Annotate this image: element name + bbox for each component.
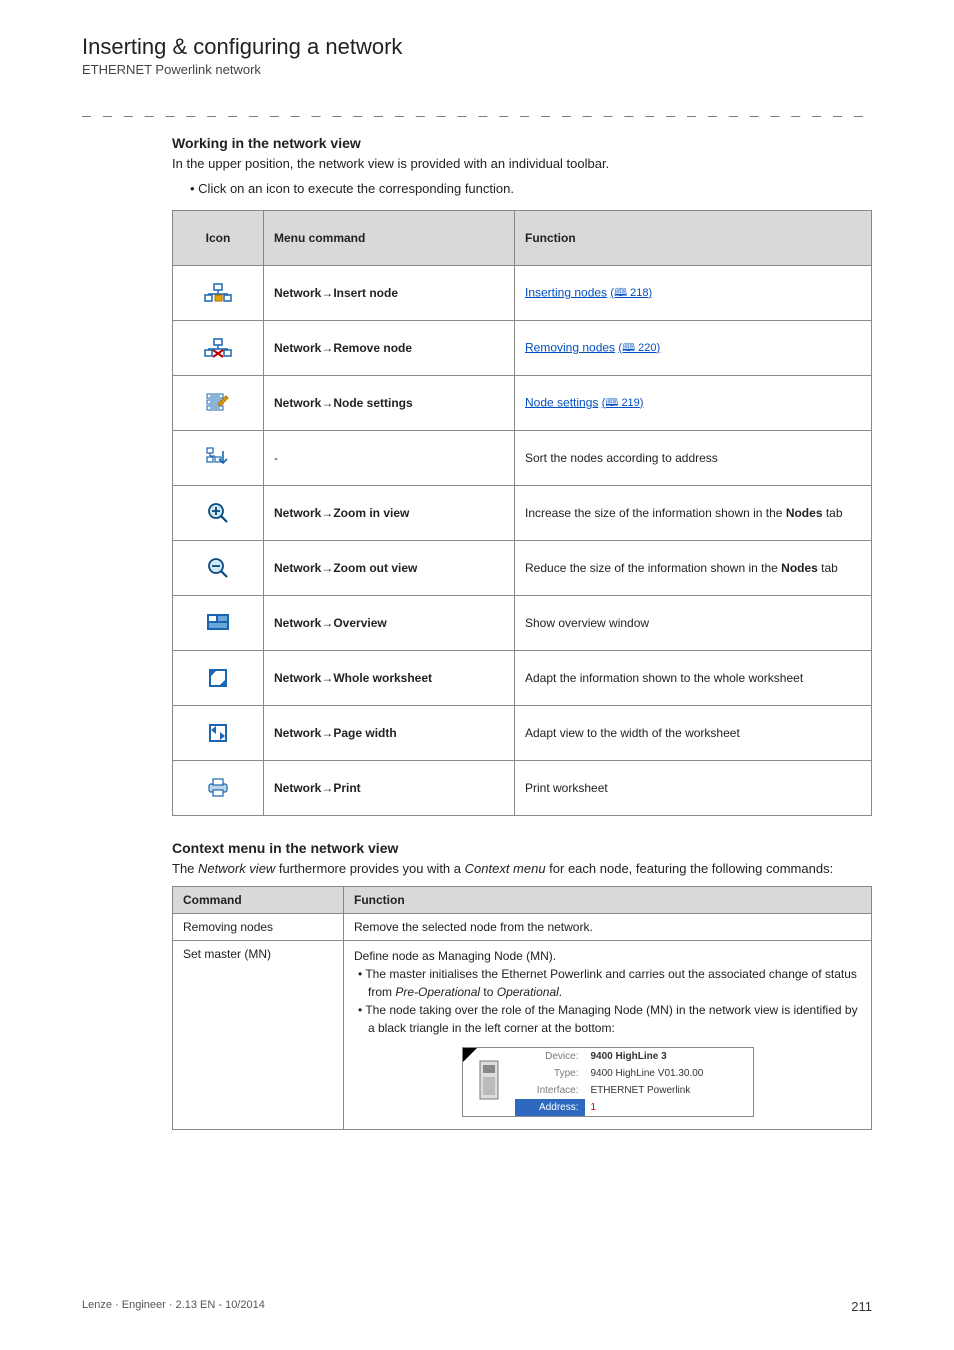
table-row: Network→Insert node Inserting nodes (🕮 2… bbox=[173, 266, 872, 321]
table-row: Network→Overview Show overview window bbox=[173, 596, 872, 651]
device-card: Device: 9400 HighLine 3 Type: 9400 HighL… bbox=[462, 1047, 754, 1117]
link-removing-nodes[interactable]: Removing nodes bbox=[525, 340, 615, 354]
device-name-label: Device: bbox=[515, 1048, 585, 1065]
function-cell: Define node as Managing Node (MN). • The… bbox=[344, 941, 872, 1130]
table-row: Network→Print Print worksheet bbox=[173, 761, 872, 816]
whole-worksheet-icon bbox=[173, 651, 264, 706]
th-function: Function bbox=[344, 887, 872, 914]
print-icon bbox=[173, 761, 264, 816]
divider-dash: _ _ _ _ _ _ _ _ _ _ _ _ _ _ _ _ _ _ _ _ … bbox=[82, 99, 872, 117]
device-iface-label: Interface: bbox=[515, 1082, 585, 1099]
device-type-label: Type: bbox=[515, 1065, 585, 1082]
page-ref[interactable]: (🕮 219) bbox=[602, 397, 644, 409]
menu-command: Network→Whole worksheet bbox=[264, 651, 515, 706]
menu-command: Network→Insert node bbox=[264, 266, 515, 321]
icon-table: Icon Menu command Function bbox=[172, 210, 872, 816]
table-row: Network→Page width Adapt view to the wid… bbox=[173, 706, 872, 761]
page-subtitle: ETHERNET Powerlink network bbox=[82, 62, 872, 77]
table-row: Network→Whole worksheet Adapt the inform… bbox=[173, 651, 872, 706]
function-cell: Node settings (🕮 219) bbox=[515, 376, 872, 431]
command-table: Command Function Removing nodes Remove t… bbox=[172, 886, 872, 1130]
table-row: Network→Zoom in view Increase the size o… bbox=[173, 486, 872, 541]
remove-node-icon bbox=[173, 321, 264, 376]
function-cell: Adapt the information shown to the whole… bbox=[515, 651, 872, 706]
menu-command: Network→Remove node bbox=[264, 321, 515, 376]
command-cell: Removing nodes bbox=[173, 914, 344, 941]
command-cell: Set master (MN) bbox=[173, 941, 344, 1130]
menu-command: - bbox=[264, 431, 515, 486]
insert-node-icon bbox=[173, 266, 264, 321]
heading-context: Context menu in the network view bbox=[172, 840, 872, 856]
device-addr-value: 1 bbox=[585, 1099, 753, 1116]
function-cell: Reduce the size of the information shown… bbox=[515, 541, 872, 596]
sort-nodes-icon bbox=[173, 431, 264, 486]
table-row: - Sort the nodes according to address bbox=[173, 431, 872, 486]
footer-text: Lenze · Engineer · 2.13 EN - 10/2014 bbox=[82, 1299, 265, 1311]
page-ref[interactable]: (🕮 220) bbox=[618, 342, 660, 354]
page-number: 211 bbox=[851, 1299, 872, 1314]
link-node-settings[interactable]: Node settings bbox=[525, 395, 598, 409]
footer: Lenze · Engineer · 2.13 EN - 10/2014 211 bbox=[82, 1299, 872, 1314]
table-row: Set master (MN) Define node as Managing … bbox=[173, 941, 872, 1130]
menu-command: Network→Print bbox=[264, 761, 515, 816]
function-cell: Inserting nodes (🕮 218) bbox=[515, 266, 872, 321]
page-title: Inserting & configuring a network bbox=[82, 34, 872, 60]
zoom-in-icon bbox=[173, 486, 264, 541]
table-row: Network→Remove node Removing nodes (🕮 22… bbox=[173, 321, 872, 376]
heading-working: Working in the network view bbox=[172, 135, 872, 151]
function-cell: Remove the selected node from the networ… bbox=[344, 914, 872, 941]
menu-command: Network→Node settings bbox=[264, 376, 515, 431]
master-triangle-icon bbox=[463, 1048, 477, 1062]
function-cell: Removing nodes (🕮 220) bbox=[515, 321, 872, 376]
function-cell: Show overview window bbox=[515, 596, 872, 651]
page-width-icon bbox=[173, 706, 264, 761]
bullet-working: • Click on an icon to execute the corres… bbox=[190, 181, 872, 196]
device-iface-value: ETHERNET Powerlink bbox=[585, 1082, 753, 1099]
function-cell: Increase the size of the information sho… bbox=[515, 486, 872, 541]
function-cell: Print worksheet bbox=[515, 761, 872, 816]
menu-command: Network→Zoom out view bbox=[264, 541, 515, 596]
link-inserting-nodes[interactable]: Inserting nodes bbox=[525, 285, 607, 299]
device-type-value: 9400 HighLine V01.30.00 bbox=[585, 1065, 753, 1082]
page-ref[interactable]: (🕮 218) bbox=[610, 287, 652, 299]
paragraph-context-intro: The Network view furthermore provides yo… bbox=[172, 860, 872, 878]
node-settings-icon bbox=[173, 376, 264, 431]
table-row: Network→Node settings Node settings (🕮 2… bbox=[173, 376, 872, 431]
overview-icon bbox=[173, 596, 264, 651]
function-cell: Adapt view to the width of the worksheet bbox=[515, 706, 872, 761]
zoom-out-icon bbox=[173, 541, 264, 596]
table-row: Removing nodes Remove the selected node … bbox=[173, 914, 872, 941]
th-command: Command bbox=[173, 887, 344, 914]
th-function: Function bbox=[515, 211, 872, 266]
device-addr-label: Address: bbox=[515, 1099, 585, 1116]
function-cell: Sort the nodes according to address bbox=[515, 431, 872, 486]
table-row: Network→Zoom out view Reduce the size of… bbox=[173, 541, 872, 596]
paragraph-working-intro: In the upper position, the network view … bbox=[172, 155, 872, 173]
menu-command: Network→Zoom in view bbox=[264, 486, 515, 541]
menu-command: Network→Overview bbox=[264, 596, 515, 651]
menu-command: Network→Page width bbox=[264, 706, 515, 761]
device-name-value: 9400 HighLine 3 bbox=[585, 1048, 753, 1065]
th-icon: Icon bbox=[173, 211, 264, 266]
th-menu: Menu command bbox=[264, 211, 515, 266]
